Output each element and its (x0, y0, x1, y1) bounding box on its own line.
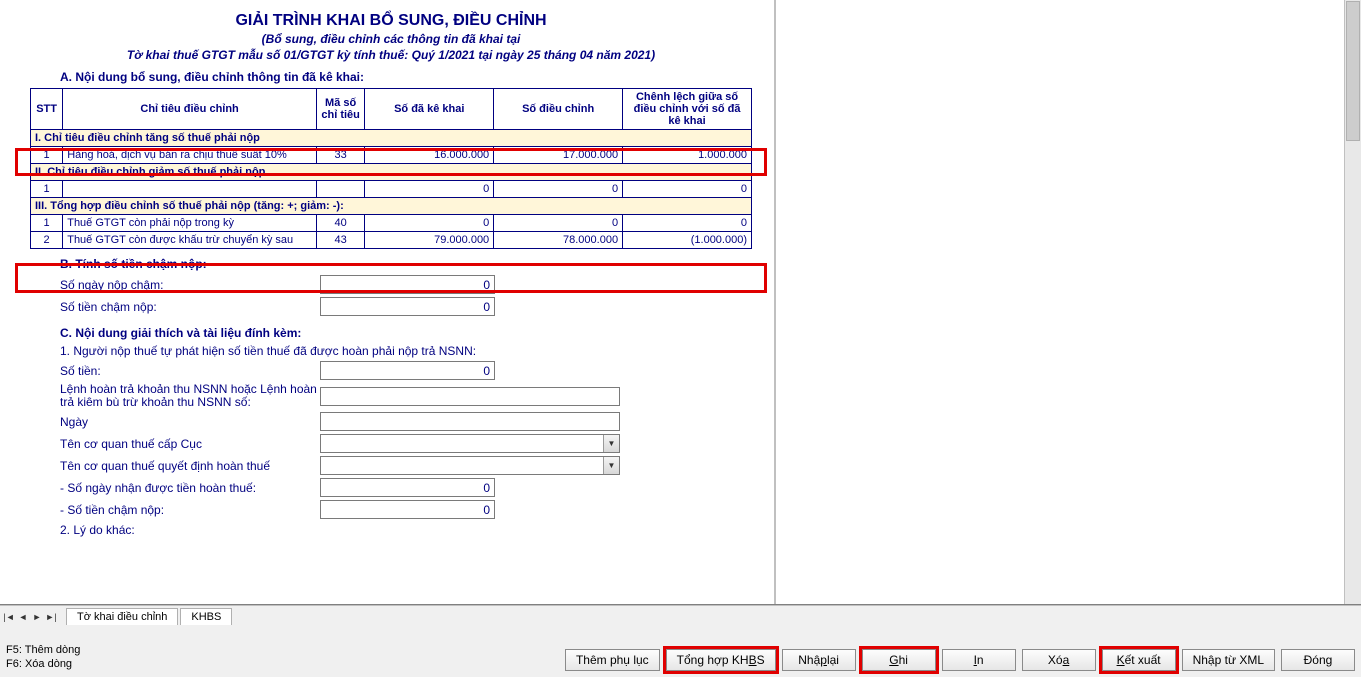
group-2: II. Chỉ tiêu điều chỉnh giảm số thuế phả… (31, 164, 752, 181)
input-c-songaynhan[interactable] (320, 478, 495, 497)
btn-tonghop-khbs[interactable]: Tổng hợp KHBS (666, 649, 776, 671)
btn-in[interactable]: In (942, 649, 1016, 671)
lbl-c-cqt-qd: Tên cơ quan thuế quyết định hoàn thuế (60, 459, 320, 473)
adjustment-table: STT Chỉ tiêu điều chỉnh Mã số chỉ tiêu S… (30, 88, 752, 249)
scrollbar-thumb[interactable] (1346, 1, 1360, 141)
table-row: 2 Thuế GTGT còn được khấu trừ chuyển kỳ … (31, 232, 752, 249)
tab-nav-prev[interactable]: ◄ (16, 609, 30, 625)
select-c-cqt-cuc[interactable] (320, 434, 620, 453)
btn-ketxuat[interactable]: Kết xuất (1102, 649, 1176, 671)
chevron-down-icon[interactable]: ▼ (603, 457, 619, 474)
cell-chenh: 0 (623, 215, 752, 232)
table-row: 1 Hàng hoá, dịch vụ bán ra chịu thuế suấ… (31, 147, 752, 164)
btn-xoa[interactable]: Xóa (1022, 649, 1096, 671)
cell-dieuchinh: 0 (494, 215, 623, 232)
btn-ghi[interactable]: Ghi (862, 649, 936, 671)
hint-f6: F6: Xóa dòng (6, 657, 80, 671)
th-stt: STT (31, 89, 63, 130)
form-panel: GIẢI TRÌNH KHAI BỔ SUNG, ĐIỀU CHỈNH (Bổ … (0, 0, 775, 604)
cell-chenh: 1.000.000 (623, 147, 752, 164)
title-sub2: Tờ khai thuế GTGT mẫu số 01/GTGT kỳ tính… (30, 48, 752, 62)
input-sotien[interactable] (320, 297, 495, 316)
tab-nav-first[interactable]: |◄ (2, 609, 16, 625)
th-dieuchinh: Số điều chỉnh (494, 89, 623, 130)
lbl-c-cqt-cuc: Tên cơ quan thuế cấp Cục (60, 437, 320, 451)
cell-dieuchinh[interactable]: 0 (494, 181, 623, 198)
cell-dieuchinh[interactable]: 17.000.000 (494, 147, 623, 164)
group-1: I. Chỉ tiêu điều chỉnh tăng số thuế phải… (31, 130, 752, 147)
section-c-head: C. Nội dung giải thích và tài liệu đính … (60, 326, 752, 340)
lbl-c-sotiencham: - Số tiền chậm nộp: (60, 503, 320, 517)
cell-chenh: (1.000.000) (623, 232, 752, 249)
cell-ma (316, 181, 364, 198)
cell-chi[interactable]: Hàng hoá, dịch vụ bán ra chịu thuế suất … (63, 147, 317, 164)
hint-f5: F5: Thêm dòng (6, 643, 80, 657)
th-kekhai: Số đã kê khai (365, 89, 494, 130)
cell-chi: Thuế GTGT còn phải nộp trong kỳ (63, 215, 317, 232)
cell-kekhai[interactable]: 16.000.000 (365, 147, 494, 164)
lbl-c-lenh: Lệnh hoàn trả khoản thu NSNN hoặc Lệnh h… (60, 383, 320, 409)
tab-bar: |◄ ◄ ► ►| Tờ khai điều chỉnh KHBS (0, 605, 1361, 627)
c1-text: 1. Người nộp thuế tự phát hiện số tiền t… (60, 344, 752, 358)
th-ma: Mã số chỉ tiêu (316, 89, 364, 130)
table-row: 1 0 0 0 (31, 181, 752, 198)
title-sub1: (Bổ sung, điều chỉnh các thông tin đã kh… (30, 32, 752, 46)
input-c-sotien[interactable] (320, 361, 495, 380)
btn-nhapxml[interactable]: Nhập từ XML (1182, 649, 1275, 671)
cell-ma: 33 (316, 147, 364, 164)
tab-tokhai[interactable]: Tờ khai điều chỉnh (66, 608, 178, 625)
cell-chi: Thuế GTGT còn được khấu trừ chuyển kỳ sa… (63, 232, 317, 249)
group-3: III. Tổng hợp điều chỉnh số thuế phải nộ… (31, 198, 752, 215)
cell-stt: 2 (31, 232, 63, 249)
input-c-ngay[interactable] (320, 412, 620, 431)
c-lydo: 2. Lý do khác: (60, 523, 752, 537)
cell-dieuchinh: 78.000.000 (494, 232, 623, 249)
lbl-c-sotien: Số tiền: (60, 364, 320, 378)
lbl-c-ngay: Ngày (60, 415, 320, 429)
chevron-down-icon[interactable]: ▼ (603, 435, 619, 452)
tab-nav-next[interactable]: ► (30, 609, 44, 625)
tab-nav-last[interactable]: ►| (44, 609, 58, 625)
th-chenh: Chênh lệch giữa số điều chỉnh với số đã … (623, 89, 752, 130)
section-a-head: A. Nội dung bổ sung, điều chỉnh thông ti… (60, 70, 752, 84)
cell-chenh: 0 (623, 181, 752, 198)
lbl-sotien: Số tiền chậm nộp: (60, 300, 320, 314)
select-c-cqt-qd[interactable] (320, 456, 620, 475)
btn-dong[interactable]: Đóng (1281, 649, 1355, 671)
cell-ma: 40 (316, 215, 364, 232)
tab-khbs[interactable]: KHBS (180, 608, 232, 625)
input-c-sotiencham[interactable] (320, 500, 495, 519)
table-row: 1 Thuế GTGT còn phải nộp trong kỳ 40 0 0… (31, 215, 752, 232)
cell-stt: 1 (31, 147, 63, 164)
input-c-lenh[interactable] (320, 387, 620, 406)
cell-kekhai[interactable]: 0 (365, 181, 494, 198)
title-main: GIẢI TRÌNH KHAI BỔ SUNG, ĐIỀU CHỈNH (30, 12, 752, 30)
lbl-c-songaynhan: - Số ngày nhận được tiền hoàn thuế: (60, 481, 320, 495)
hints: F5: Thêm dòng F6: Xóa dòng (6, 643, 80, 671)
th-chi: Chỉ tiêu điều chỉnh (63, 89, 317, 130)
footer: F5: Thêm dòng F6: Xóa dòng Thêm phụ lục … (0, 627, 1361, 677)
cell-chi[interactable] (63, 181, 317, 198)
cell-ma: 43 (316, 232, 364, 249)
cell-kekhai: 79.000.000 (365, 232, 494, 249)
lbl-songay: Số ngày nộp chậm: (60, 278, 320, 292)
cell-stt: 1 (31, 181, 63, 198)
cell-kekhai: 0 (365, 215, 494, 232)
input-songay[interactable] (320, 275, 495, 294)
btn-themphuluc[interactable]: Thêm phụ lục (565, 649, 660, 671)
right-panel (775, 0, 1361, 604)
btn-nhaplai[interactable]: Nhập lại (782, 649, 856, 671)
section-b-head: B. Tính số tiền chậm nộp: (60, 257, 752, 271)
cell-stt: 1 (31, 215, 63, 232)
